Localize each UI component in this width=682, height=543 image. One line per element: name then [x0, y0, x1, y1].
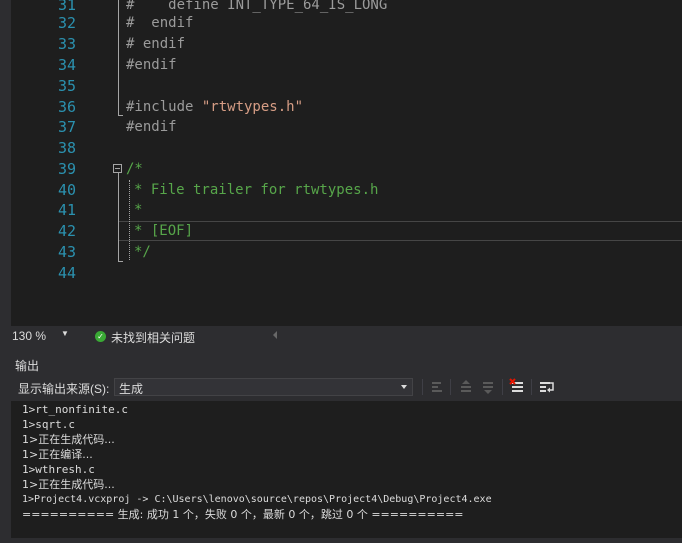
chevron-down-icon[interactable]: ▼ [61, 329, 69, 338]
output-line: 1>wthresh.c [22, 463, 95, 476]
output-line: 1>正在编译... [22, 448, 93, 461]
find-message-icon[interactable] [429, 378, 445, 396]
code-editor[interactable]: 31 32 33 34 35 36 37 38 39 40 41 42 43 4… [0, 0, 682, 326]
zoom-level[interactable]: 130 % [12, 329, 46, 343]
source-label: 显示输出来源(S): [18, 382, 110, 396]
toolbar-separator [531, 379, 532, 395]
panel-title: 输出 [15, 359, 40, 373]
output-line: 1>正在生成代码... [22, 433, 115, 446]
output-panel: 输出 显示输出来源(S): 生成 1>rt_nonfinite.c 1>sqrt… [0, 351, 682, 543]
code-line: */ [134, 244, 151, 260]
output-source-select[interactable]: 生成 [114, 378, 413, 396]
code-line: #include "rtwtypes.h" [126, 97, 303, 118]
editor-status-bar: 130 % ▼ ✓ 未找到相关问题 [0, 326, 682, 346]
chevron-down-icon [401, 385, 407, 389]
include-directive: #include [126, 99, 202, 115]
issues-status[interactable]: 未找到相关问题 [111, 329, 195, 346]
output-text[interactable]: 1>rt_nonfinite.c 1>sqrt.c 1>正在生成代码... 1>… [11, 401, 682, 543]
toolbar-separator [502, 379, 503, 395]
next-message-icon[interactable] [480, 378, 496, 396]
code-line: * File trailer for rtwtypes.h [134, 182, 379, 198]
code-line: /* [126, 161, 143, 177]
build-summary-line: ========== 生成: 成功 1 个，失败 0 个，最新 0 个，跳过 0… [22, 508, 464, 521]
source-value: 生成 [119, 382, 144, 396]
code-line: # endif [126, 15, 194, 31]
code-line: * [EOF] [134, 223, 194, 239]
code-text[interactable]: # define INT_TYPE_64_IS_LONG # endif # e… [0, 0, 682, 326]
output-line: 1>rt_nonfinite.c [22, 403, 128, 416]
code-line: # endif [126, 36, 186, 52]
panel-bottom-edge [0, 538, 682, 543]
check-circle-icon: ✓ [95, 331, 106, 342]
word-wrap-icon[interactable] [539, 378, 555, 396]
scroll-left-icon[interactable] [273, 331, 277, 339]
clear-all-icon[interactable] [509, 378, 525, 396]
output-line: 1>sqrt.c [22, 418, 75, 431]
code-line: * [134, 202, 143, 218]
previous-message-icon[interactable] [458, 378, 474, 396]
output-line: 1>Project4.vcxproj -> C:\Users\lenovo\so… [22, 494, 492, 505]
toolbar-separator [422, 379, 423, 395]
code-line: #endif [126, 119, 177, 135]
include-path: "rtwtypes.h" [201, 99, 304, 115]
output-toolbar: 显示输出来源(S): 生成 [0, 375, 682, 399]
output-line: 1>正在生成代码... [22, 478, 115, 491]
code-line: #endif [126, 57, 177, 73]
toolbar-separator [450, 379, 451, 395]
